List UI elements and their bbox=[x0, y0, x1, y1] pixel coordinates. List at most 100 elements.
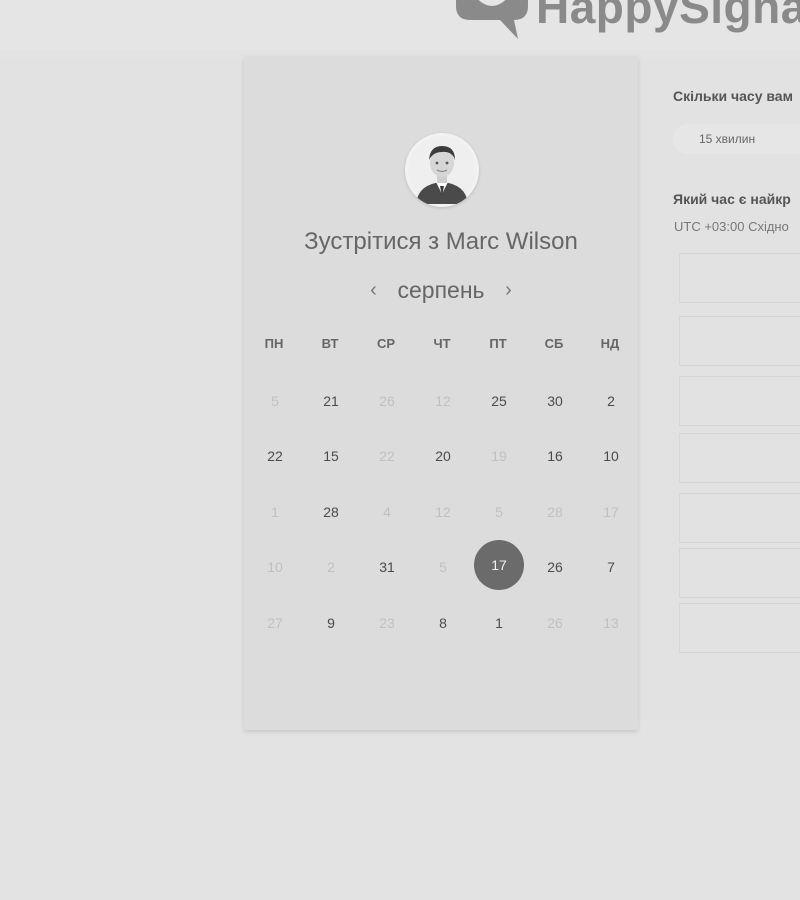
weekday-label: ПТ bbox=[489, 336, 507, 351]
calendar-day[interactable]: 15 bbox=[303, 429, 359, 485]
calendar-day-number: 4 bbox=[383, 503, 391, 520]
calendar-day[interactable]: 1 bbox=[471, 595, 527, 651]
calendar-day[interactable]: 2 bbox=[583, 373, 639, 429]
time-slot[interactable] bbox=[679, 548, 800, 598]
calendar-day-number: 7 bbox=[607, 559, 615, 576]
brand-name: HappySignal bbox=[536, 0, 800, 33]
weekday-label: ВТ bbox=[321, 336, 339, 351]
time-question: Який час є найкр bbox=[673, 191, 791, 207]
calendar-day-number: 12 bbox=[435, 392, 451, 409]
time-slot[interactable] bbox=[679, 316, 800, 366]
calendar-day: 4 bbox=[359, 484, 415, 540]
calendar-days-grid: 5 21 26 12 25 30 2 22 15 22 20 19 16 10 1 28 4 12 5 28 17 10 2… bbox=[247, 373, 639, 651]
calendar-day-number: 17 bbox=[603, 503, 619, 520]
booking-card: Зустрітися з Marc Wilson ‹ серпень › ПН … bbox=[244, 56, 638, 730]
calendar-day-number: 5 bbox=[495, 503, 503, 520]
calendar-day-number: 15 bbox=[323, 448, 339, 465]
month-navigation: ‹ серпень › bbox=[244, 274, 638, 306]
calendar-day-number: 17 bbox=[474, 539, 524, 590]
calendar-day: 19 bbox=[471, 429, 527, 485]
calendar-day-number: 5 bbox=[271, 392, 279, 409]
calendar-day-number: 2 bbox=[327, 559, 335, 576]
calendar-day[interactable]: 7 bbox=[583, 540, 639, 596]
calendar-day-number: 19 bbox=[491, 448, 507, 465]
weekday-label: ПН bbox=[264, 336, 284, 351]
calendar-day-number: 1 bbox=[495, 614, 503, 631]
calendar-day: 28 bbox=[527, 484, 583, 540]
calendar-day: 10 bbox=[247, 540, 303, 596]
weekday-label: СБ bbox=[544, 336, 564, 351]
calendar-day: 5 bbox=[247, 373, 303, 429]
happysignal-logo[interactable]: HappySignal bbox=[452, 0, 800, 44]
calendar-day[interactable]: 26 bbox=[527, 540, 583, 596]
calendar-day[interactable]: 31 bbox=[359, 540, 415, 596]
calendar-day-number: 27 bbox=[267, 614, 283, 631]
calendar-day-number: 21 bbox=[323, 392, 339, 409]
weekday-label: НД bbox=[600, 336, 620, 351]
weekday-label: ЧТ bbox=[433, 336, 451, 351]
timezone-label: UTC +03:00 Східно bbox=[674, 219, 789, 234]
calendar-day: 1 bbox=[247, 484, 303, 540]
calendar-day[interactable]: 21 bbox=[303, 373, 359, 429]
duration-question: Скільки часу вам bbox=[673, 88, 793, 104]
calendar-day: 5 bbox=[471, 484, 527, 540]
calendar-day: 2 bbox=[303, 540, 359, 596]
calendar-day[interactable]: 8 bbox=[415, 595, 471, 651]
avatar bbox=[405, 133, 479, 207]
weekday-label: СР bbox=[376, 336, 396, 351]
calendar-day-number: 23 bbox=[379, 614, 395, 631]
calendar-day-number: 9 bbox=[327, 614, 335, 631]
calendar-day-number: 5 bbox=[439, 559, 447, 576]
calendar-day[interactable]: 16 bbox=[527, 429, 583, 485]
calendar-day[interactable]: 25 bbox=[471, 373, 527, 429]
meeting-title: Зустрітися з Marc Wilson bbox=[304, 228, 578, 255]
calendar-day-number: 1 bbox=[271, 503, 279, 520]
calendar-day-number: 10 bbox=[603, 448, 619, 465]
calendar-day-number: 13 bbox=[603, 614, 619, 631]
speech-bubble-logo-icon bbox=[456, 0, 528, 39]
calendar-day: 23 bbox=[359, 595, 415, 651]
calendar-day[interactable]: 22 bbox=[247, 429, 303, 485]
calendar-day: 12 bbox=[415, 484, 471, 540]
chevron-right-icon[interactable]: › bbox=[489, 279, 529, 302]
calendar-day-number: 8 bbox=[439, 614, 447, 631]
calendar-day-number: 30 bbox=[547, 392, 563, 409]
calendar-day: 27 bbox=[247, 595, 303, 651]
calendar-day[interactable]: 10 bbox=[583, 429, 639, 485]
weekday-header: ПН ВТ СР ЧТ ПТ СБ НД bbox=[246, 336, 638, 351]
calendar-day: 12 bbox=[415, 373, 471, 429]
calendar-day-number: 10 bbox=[267, 559, 283, 576]
calendar-day-number: 16 bbox=[547, 448, 563, 465]
calendar-day[interactable]: 30 bbox=[527, 373, 583, 429]
chevron-left-icon[interactable]: ‹ bbox=[353, 279, 393, 302]
calendar-day: 22 bbox=[359, 429, 415, 485]
calendar-day-number: 28 bbox=[323, 503, 339, 520]
time-slot[interactable] bbox=[679, 253, 800, 303]
calendar-day-number: 26 bbox=[547, 614, 563, 631]
calendar-day-number: 25 bbox=[491, 392, 507, 409]
calendar-day: 5 bbox=[415, 540, 471, 596]
calendar-day-number: 2 bbox=[607, 392, 615, 409]
calendar-day-number: 26 bbox=[547, 559, 563, 576]
person-photo-icon bbox=[408, 136, 476, 204]
calendar-day-number: 20 bbox=[435, 448, 451, 465]
calendar-day: 26 bbox=[359, 373, 415, 429]
calendar-day-number: 22 bbox=[379, 448, 395, 465]
time-slot[interactable] bbox=[679, 376, 800, 426]
time-slot[interactable] bbox=[679, 493, 800, 543]
time-slot[interactable] bbox=[679, 603, 800, 653]
time-slot[interactable] bbox=[679, 433, 800, 483]
calendar-day-number: 26 bbox=[379, 392, 395, 409]
duration-select[interactable]: 15 хвилин bbox=[673, 124, 800, 154]
calendar-day[interactable]: 9 bbox=[303, 595, 359, 651]
calendar-day-selected[interactable]: 17 bbox=[471, 539, 527, 596]
calendar-day[interactable]: 20 bbox=[415, 429, 471, 485]
calendar-day: 13 bbox=[583, 595, 639, 651]
calendar-day-number: 28 bbox=[547, 503, 563, 520]
calendar-day-number: 31 bbox=[379, 559, 395, 576]
month-label: серпень bbox=[397, 276, 485, 303]
calendar-day-number: 12 bbox=[435, 503, 451, 520]
calendar-day: 26 bbox=[527, 595, 583, 651]
calendar-day: 17 bbox=[583, 484, 639, 540]
calendar-day[interactable]: 28 bbox=[303, 484, 359, 540]
